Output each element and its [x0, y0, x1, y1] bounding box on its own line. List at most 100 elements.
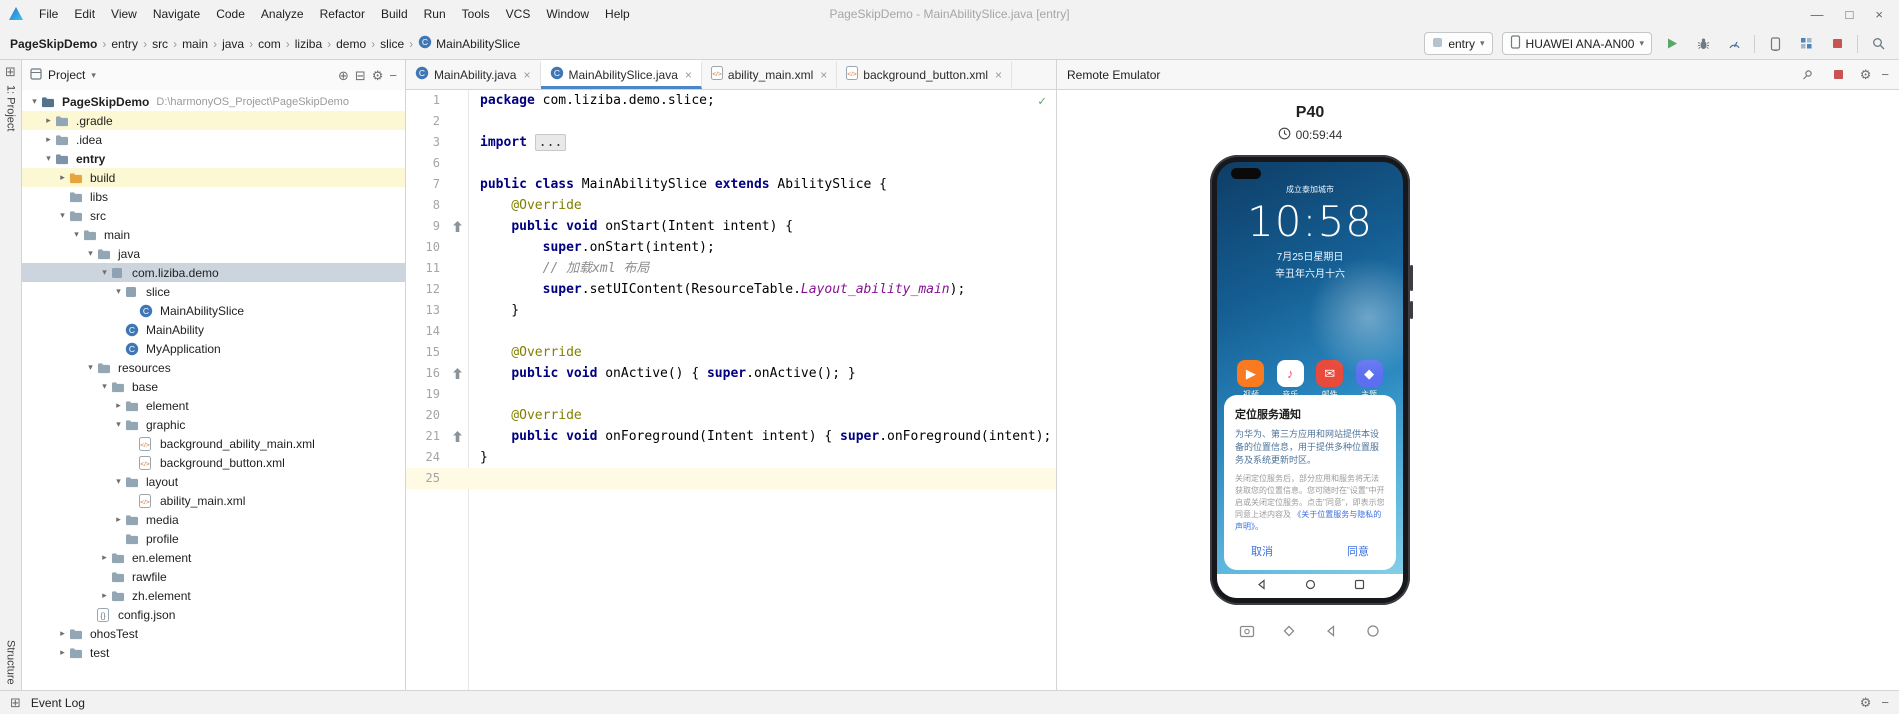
phone-screen[interactable]: 成立泰加城市 10:58 7月25日星期日 辛丑年六月十六 ▶视频♪音乐✉邮件◆… — [1217, 162, 1403, 598]
gear-icon[interactable]: ⚙ — [1860, 696, 1872, 709]
menu-navigate[interactable]: Navigate — [145, 4, 208, 24]
menu-file[interactable]: File — [31, 4, 66, 24]
tool-windows-icon[interactable]: ⊞ — [10, 696, 21, 709]
tree-toggle-icon[interactable]: ▸ — [112, 514, 125, 525]
code-line-10[interactable]: 10 super.onStart(intent); — [406, 237, 1056, 258]
tree-item-background-button-xml[interactable]: </> background_button.xml — [22, 453, 405, 472]
menu-window[interactable]: Window — [538, 4, 597, 24]
close-tab-icon[interactable]: × — [523, 68, 530, 82]
breadcrumb-item-src[interactable]: src — [152, 37, 168, 51]
tree-item-slice[interactable]: ▾ slice — [22, 282, 405, 301]
close-tab-icon[interactable]: × — [820, 68, 827, 82]
tree-item--idea[interactable]: ▸ .idea — [22, 130, 405, 149]
overriding-method-icon[interactable] — [446, 363, 468, 384]
run-button[interactable] — [1661, 33, 1683, 55]
breadcrumb-item-java[interactable]: java — [222, 37, 244, 51]
breadcrumb-item-pageskipdemo[interactable]: PageSkipDemo — [10, 37, 97, 51]
tree-item-element[interactable]: ▸ element — [22, 396, 405, 415]
code-line-13[interactable]: 13 } — [406, 300, 1056, 321]
menu-tools[interactable]: Tools — [454, 4, 498, 24]
event-log-button[interactable]: Event Log — [31, 696, 85, 710]
menu-view[interactable]: View — [103, 4, 145, 24]
code-line-11[interactable]: 11 // 加载xml 布局 — [406, 258, 1056, 279]
profiler-button[interactable] — [1723, 33, 1745, 55]
code-line-9[interactable]: 9 public void onStart(Intent intent) { — [406, 216, 1056, 237]
close-tab-icon[interactable]: × — [995, 68, 1002, 82]
overriding-method-icon[interactable] — [446, 426, 468, 447]
code-line-14[interactable]: 14 — [406, 321, 1056, 342]
breadcrumb-item-main[interactable]: main — [182, 37, 208, 51]
code-line-6[interactable]: 6 — [406, 153, 1056, 174]
code-line-8[interactable]: 8 @Override — [406, 195, 1056, 216]
tree-item-pageskipdemo[interactable]: ▾ PageSkipDemo D:\harmonyOS_Project\PageSk… — [22, 92, 405, 111]
code-line-12[interactable]: 12 super.setUIContent(ResourceTable.Layo… — [406, 279, 1056, 300]
breadcrumb-item-demo[interactable]: demo — [336, 37, 366, 51]
tree-item-entry[interactable]: ▾ entry — [22, 149, 405, 168]
tree-item-ohostest[interactable]: ▸ ohosTest — [22, 624, 405, 643]
device-selector[interactable]: HUAWEI ANA-AN00 ▾ — [1501, 32, 1652, 55]
tree-toggle-icon[interactable]: ▸ — [56, 172, 69, 183]
code-line-1[interactable]: 1 package com.liziba.demo.slice; — [406, 90, 1056, 111]
tree-item-mainability[interactable]: C MainAbility — [22, 320, 405, 339]
tree-toggle-icon[interactable]: ▾ — [42, 153, 55, 164]
sdk-manager-button[interactable] — [1795, 33, 1817, 55]
dialog-cancel-button[interactable]: 取消 — [1251, 543, 1273, 559]
close-window-icon[interactable]: × — [1875, 7, 1883, 22]
tree-toggle-icon[interactable]: ▸ — [98, 590, 111, 601]
code-line-24[interactable]: 24} — [406, 447, 1056, 468]
emulator-back-icon[interactable] — [1320, 620, 1342, 642]
code-line-19[interactable]: 19 — [406, 384, 1056, 405]
tree-toggle-icon[interactable]: ▾ — [70, 229, 83, 240]
tree-toggle-icon[interactable]: ▾ — [112, 476, 125, 487]
tree-item-com-liziba-demo[interactable]: ▾ com.liziba.demo — [22, 263, 405, 282]
tree-toggle-icon[interactable]: ▸ — [56, 647, 69, 658]
tree-item--gradle[interactable]: ▸ .gradle — [22, 111, 405, 130]
tree-item-build[interactable]: ▸ build — [22, 168, 405, 187]
maximize-window-icon[interactable]: □ — [1846, 7, 1854, 22]
gear-icon[interactable]: ⚙ — [372, 69, 384, 82]
stop-emulator-icon[interactable] — [1828, 64, 1850, 86]
menu-vcs[interactable]: VCS — [498, 4, 539, 24]
emulator-rotate-icon[interactable] — [1278, 620, 1300, 642]
tree-toggle-icon[interactable]: ▾ — [112, 419, 125, 430]
tree-item-en-element[interactable]: ▸ en.element — [22, 548, 405, 567]
tree-item-test[interactable]: ▸ test — [22, 643, 405, 662]
breadcrumb-item-com[interactable]: com — [258, 37, 281, 51]
hide-panel-icon[interactable]: − — [389, 69, 397, 82]
code-line-20[interactable]: 20 @Override — [406, 405, 1056, 426]
project-view-selector[interactable]: Project — [48, 68, 85, 82]
menu-refactor[interactable]: Refactor — [312, 4, 373, 24]
collapse-all-icon[interactable]: ⊟ — [355, 69, 366, 82]
tree-toggle-icon[interactable]: ▾ — [98, 267, 111, 278]
tree-toggle-icon[interactable]: ▾ — [56, 210, 69, 221]
code-line-2[interactable]: 2 — [406, 111, 1056, 132]
menu-build[interactable]: Build — [373, 4, 416, 24]
tree-toggle-icon[interactable]: ▸ — [56, 628, 69, 639]
code-line-21[interactable]: 21 public void onForeground(Intent inten… — [406, 426, 1056, 447]
tab-mainabilityslice-java[interactable]: C MainAbilitySlice.java × — [540, 60, 702, 89]
code-line-25[interactable]: 25 — [406, 468, 1056, 489]
emulator-screenshot-icon[interactable] — [1236, 620, 1258, 642]
stop-button[interactable] — [1826, 33, 1848, 55]
breadcrumb-item-entry[interactable]: entry — [111, 37, 138, 51]
menu-edit[interactable]: Edit — [66, 4, 103, 24]
breadcrumb-item-liziba[interactable]: liziba — [295, 37, 322, 51]
dialog-agree-button[interactable]: 同意 — [1347, 543, 1369, 559]
tab-ability-main-xml[interactable]: </> ability_main.xml × — [702, 60, 838, 89]
tree-item-rawfile[interactable]: rawfile — [22, 567, 405, 586]
hide-panel-icon[interactable]: − — [1881, 68, 1889, 81]
tab-background-button-xml[interactable]: </> background_button.xml × — [837, 60, 1013, 89]
minimize-window-icon[interactable]: — — [1811, 7, 1824, 22]
search-everywhere-button[interactable] — [1867, 33, 1889, 55]
tool-button-structure[interactable]: Structure — [5, 640, 17, 685]
device-manager-button[interactable] — [1764, 33, 1786, 55]
tree-item-src[interactable]: ▾ src — [22, 206, 405, 225]
code-line-7[interactable]: 7 public class MainAbilitySlice extends A… — [406, 174, 1056, 195]
code-line-3[interactable]: 3 import ... — [406, 132, 1056, 153]
pin-icon[interactable] — [1796, 64, 1818, 86]
overriding-method-icon[interactable] — [446, 216, 468, 237]
tree-toggle-icon[interactable]: ▸ — [42, 115, 55, 126]
tree-toggle-icon[interactable]: ▸ — [42, 134, 55, 145]
tree-item-base[interactable]: ▾ base — [22, 377, 405, 396]
code-editor[interactable]: ✓ 1 package com.liziba.demo.slice; 2 3 impor… — [406, 90, 1056, 690]
